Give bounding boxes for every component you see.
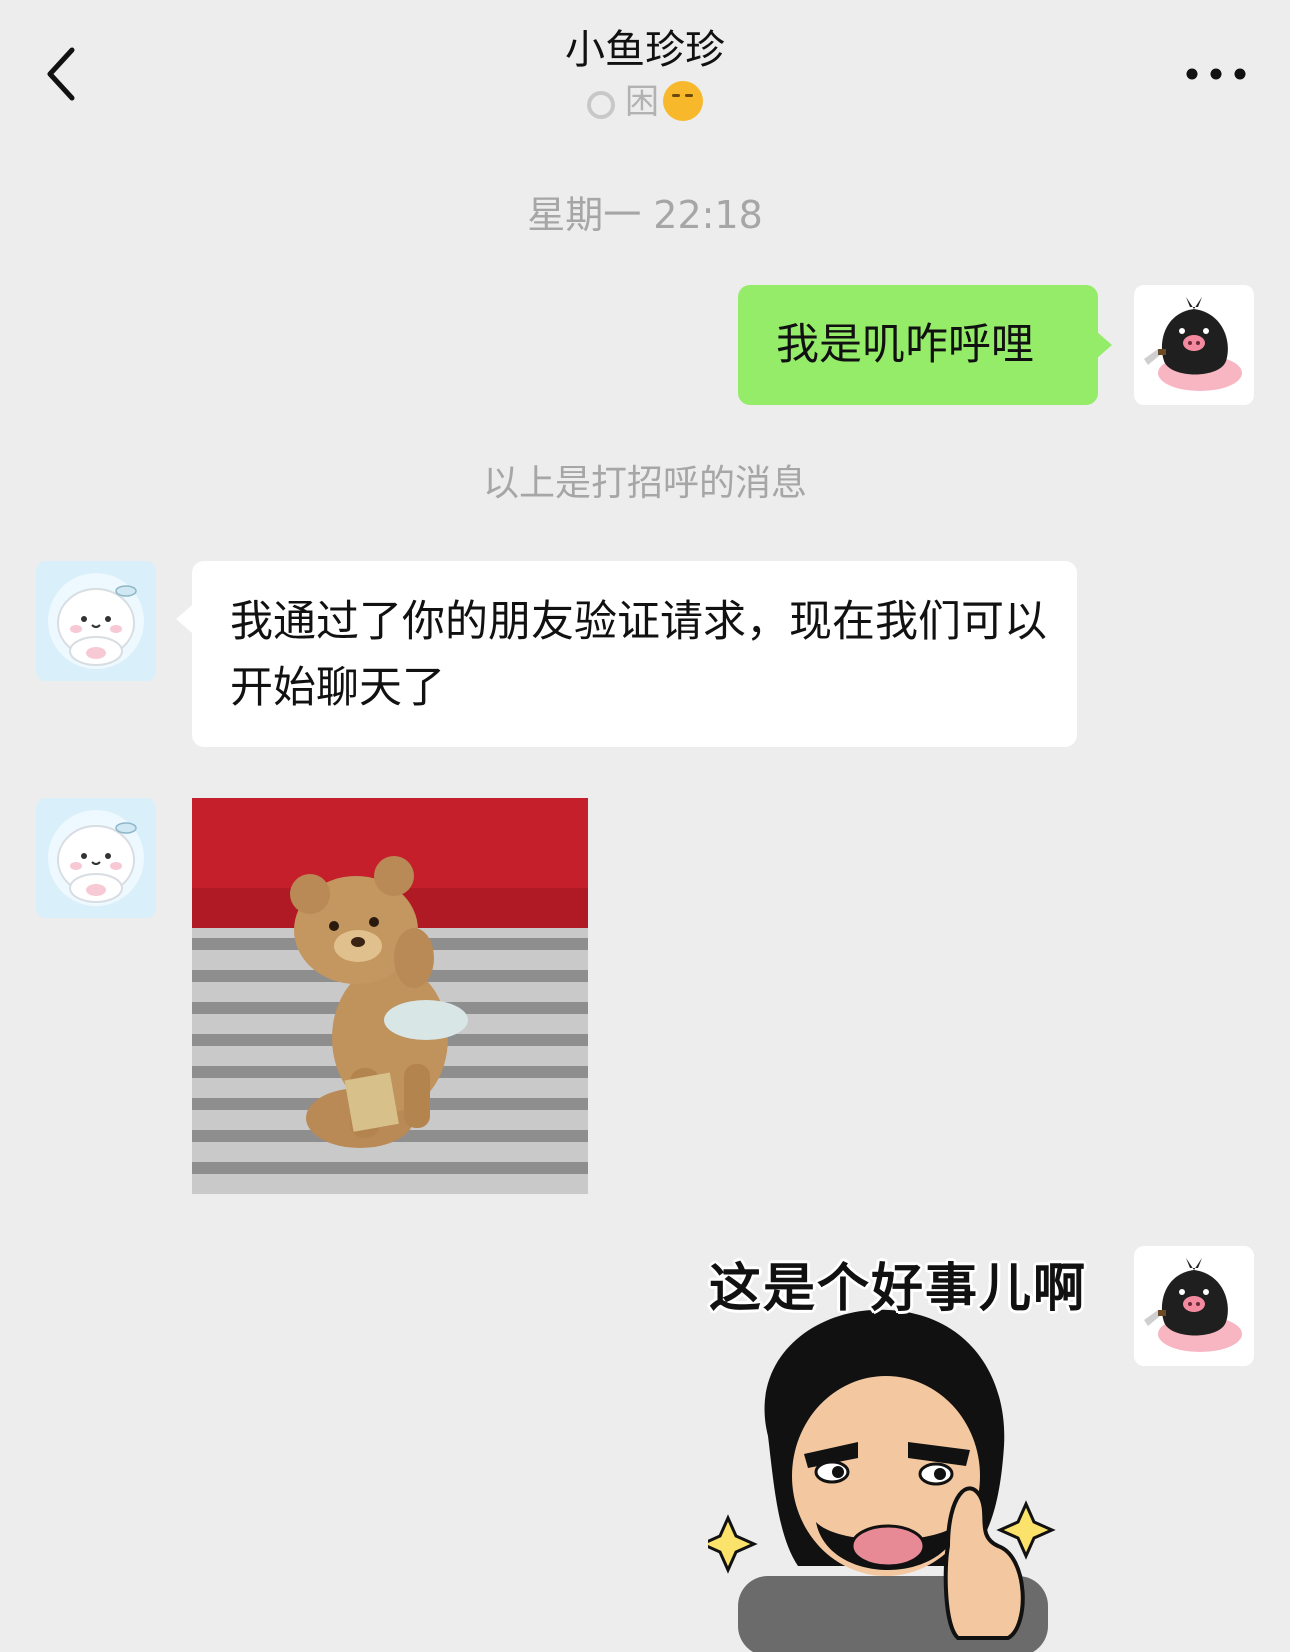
yawning-face-icon — [663, 81, 703, 121]
my-avatar[interactable] — [1134, 1246, 1254, 1366]
message-text: 我通过了你的朋友验证请求，现在我们可以开始聊天了 — [230, 597, 1047, 713]
more-options-button[interactable] — [1176, 54, 1256, 94]
my-avatar[interactable] — [1134, 285, 1254, 405]
my-message-bubble[interactable]: 我是叽咋呼哩 — [738, 285, 1112, 405]
sticker-caption: 这是个好事儿啊 — [708, 1259, 1087, 1319]
thumbs-up-sticker[interactable]: 这是个好事儿啊 — [708, 1246, 1088, 1652]
teddy-bear-image — [192, 798, 588, 1194]
message-text: 我是叽咋呼哩 — [776, 320, 1034, 370]
loading-ring-icon — [587, 91, 615, 119]
system-note: 以上是打招呼的消息 — [482, 463, 807, 504]
chat-title: 小鱼珍珍 — [565, 27, 725, 73]
contact-avatar[interactable] — [36, 561, 156, 681]
white-cat-avatar-icon — [36, 798, 156, 918]
contact-message-bubble[interactable]: 我通过了你的朋友验证请求，现在我们可以开始聊天了 — [176, 561, 1077, 747]
status-text: 困 — [625, 82, 659, 122]
teddy-bear-photo[interactable] — [192, 798, 588, 1194]
more-dots-icon — [1186, 68, 1246, 80]
black-pig-avatar-icon — [1134, 1246, 1254, 1366]
contact-status: 困 — [0, 80, 1290, 124]
white-cat-avatar-icon — [36, 561, 156, 681]
contact-avatar[interactable] — [36, 798, 156, 918]
message-timestamp: 星期一 22:18 — [527, 193, 763, 237]
chat-header: 小鱼珍珍 困 — [0, 0, 1290, 150]
black-pig-avatar-icon — [1134, 285, 1254, 405]
